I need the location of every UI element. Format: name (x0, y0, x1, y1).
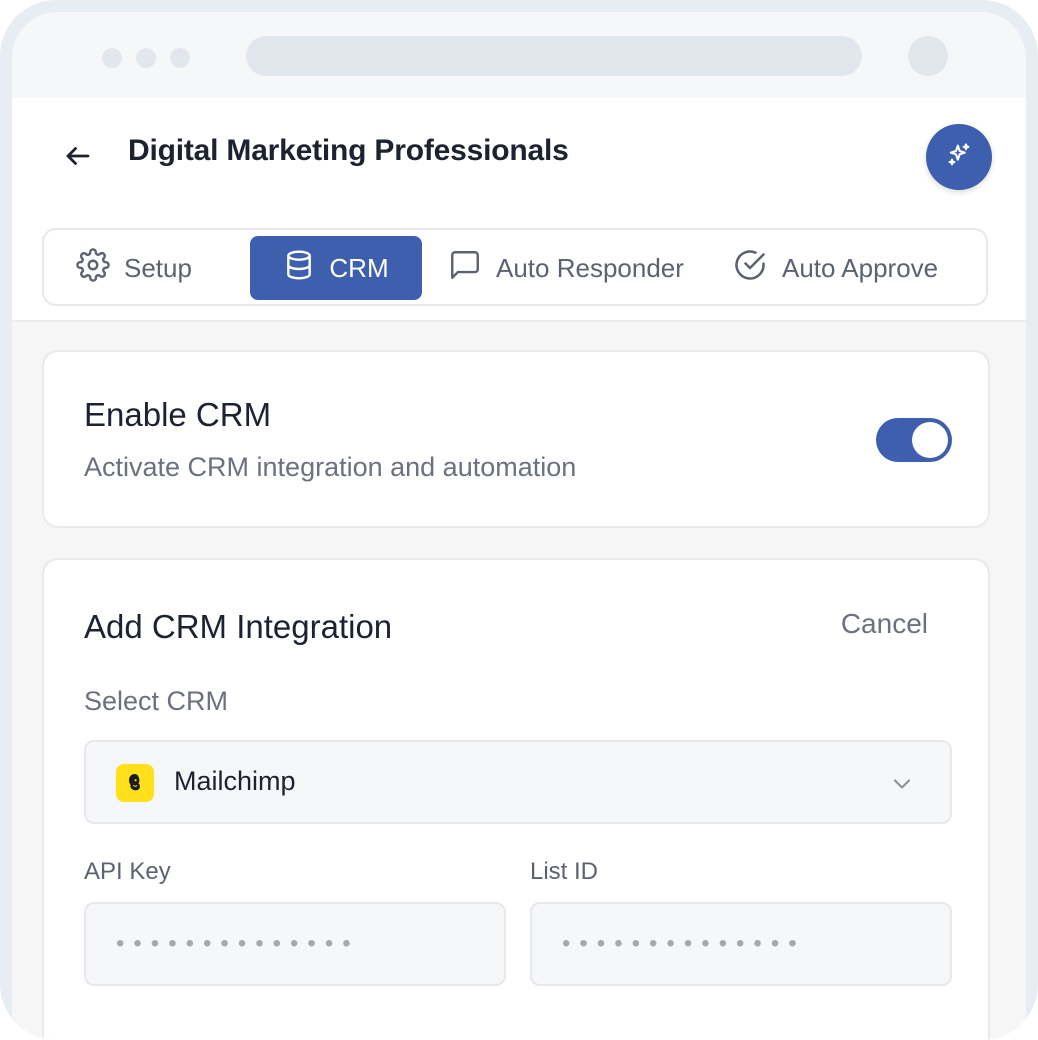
enable-crm-toggle[interactable] (876, 418, 952, 462)
tab-setup[interactable]: Setup (76, 236, 192, 300)
list-id-label: List ID (530, 858, 599, 885)
screen: Digital Marketing Professionals Setup CR… (12, 12, 1026, 1040)
select-crm-label: Select CRM (84, 686, 229, 716)
message-square-icon (448, 248, 482, 289)
api-key-input[interactable] (86, 904, 504, 984)
enable-crm-title: Enable CRM (84, 396, 272, 433)
toggle-knob (912, 422, 948, 458)
list-id-input[interactable] (532, 904, 950, 984)
selected-crm-value: Mailchimp (174, 766, 296, 796)
browser-profile-circle (908, 36, 948, 76)
page-header: Digital Marketing Professionals Setup CR… (12, 98, 1026, 322)
ai-assistant-button[interactable] (926, 124, 992, 190)
crm-select-dropdown[interactable]: Mailchimp (84, 740, 952, 824)
window-dot (102, 48, 122, 68)
mailchimp-logo-icon (116, 764, 154, 802)
tab-label: Auto Responder (496, 252, 684, 283)
tab-label: Setup (124, 252, 192, 283)
tab-crm[interactable]: CRM (250, 236, 422, 300)
chevron-down-icon (888, 770, 916, 803)
sparkles-icon (945, 141, 973, 174)
address-bar[interactable] (246, 36, 862, 76)
tab-bar: Setup CRM Auto Responder Auto Approve (42, 228, 988, 306)
tab-auto-responder[interactable]: Auto Responder (448, 236, 684, 300)
page-title: Digital Marketing Professionals (128, 134, 569, 167)
enable-crm-card: Enable CRM Activate CRM integration and … (42, 350, 990, 528)
add-crm-title: Add CRM Integration (84, 608, 393, 645)
window-dot (170, 48, 190, 68)
cancel-button[interactable]: Cancel (841, 608, 928, 640)
window-dot (136, 48, 156, 68)
tab-label: Auto Approve (782, 252, 939, 283)
arrow-left-icon (63, 141, 93, 176)
api-key-label: API Key (84, 858, 171, 885)
gear-icon (76, 247, 110, 289)
add-crm-integration-card: Add CRM Integration Cancel Select CRM Ma… (42, 558, 990, 1040)
browser-chrome (12, 12, 1026, 98)
enable-crm-subtitle: Activate CRM integration and automation (84, 452, 577, 482)
check-circle-icon (732, 247, 768, 290)
device-frame: Digital Marketing Professionals Setup CR… (0, 0, 1038, 1040)
tab-auto-approve[interactable]: Auto Approve (732, 236, 938, 300)
list-id-field-wrapper (530, 902, 952, 986)
back-button[interactable] (58, 138, 98, 178)
window-dots (102, 48, 190, 68)
tab-label: CRM (329, 252, 389, 283)
api-key-field-wrapper (84, 902, 506, 986)
database-icon (283, 249, 315, 288)
